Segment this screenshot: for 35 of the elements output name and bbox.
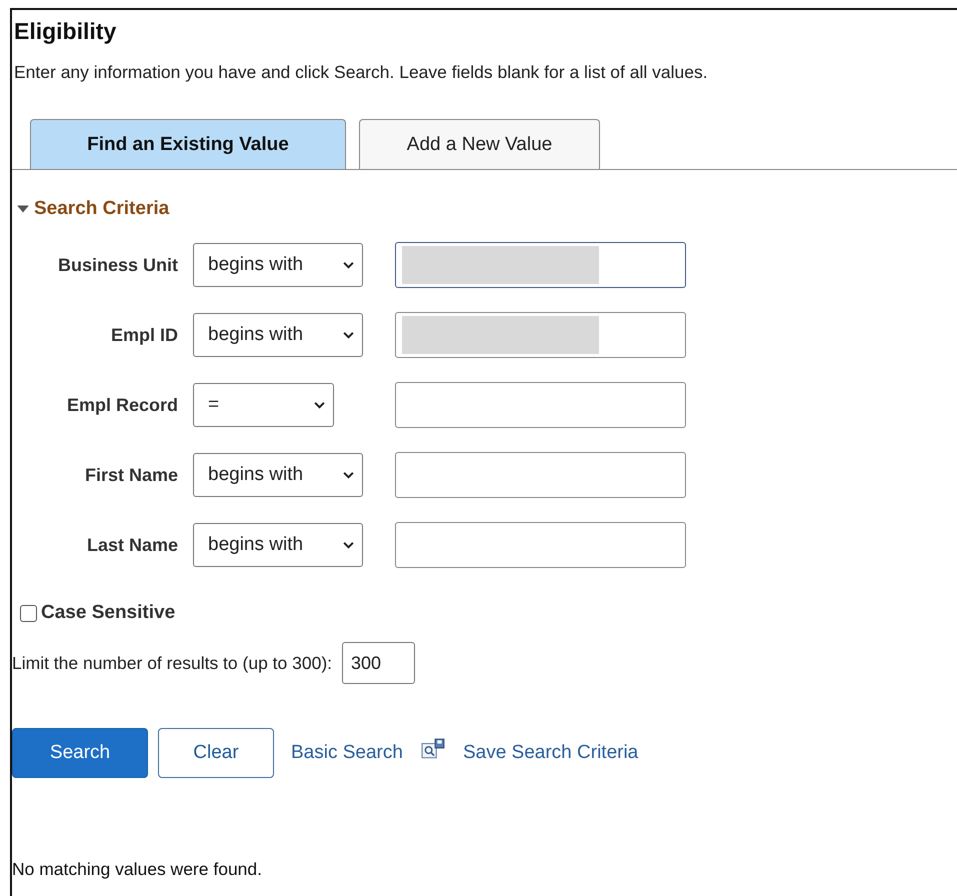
checkbox-label: Case Sensitive [41, 602, 176, 624]
save-search-icon[interactable] [420, 738, 445, 760]
operator-dropdown[interactable]: begins with [193, 453, 363, 497]
chevron-down-icon [314, 401, 325, 409]
checkbox[interactable] [20, 604, 37, 622]
chevron-down-icon [343, 331, 354, 339]
text-input-field[interactable] [395, 522, 686, 568]
field-label: Last Name [86, 534, 178, 556]
text-input-field[interactable] [395, 452, 686, 498]
limit-label: Limit the number of results to (up to 300): [12, 652, 332, 674]
operator-dropdown[interactable]: begins with [193, 523, 363, 567]
basic-search-link[interactable]: Basic Search [291, 742, 403, 764]
limit-input-field[interactable]: 300 [342, 642, 416, 684]
field-label: Empl ID [110, 324, 178, 346]
clear-button[interactable]: Clear [158, 728, 274, 778]
text-input-field[interactable] [395, 242, 686, 288]
field-label: Empl Record [66, 394, 178, 416]
result-message: No matching values were found. [12, 859, 263, 880]
text-input-field[interactable] [395, 382, 686, 428]
tab[interactable]: Add a New Value [359, 119, 600, 169]
page-title: Eligibility [13, 17, 118, 46]
chevron-down-icon [343, 471, 354, 479]
text-input-field[interactable] [395, 312, 686, 358]
instructions-text: Enter any information you have and click Search. Leave fields blank for a list of all values. [13, 61, 709, 84]
save-search-criteria-link[interactable]: Save Search Criteria [462, 742, 638, 764]
field-label: Business Unit [56, 254, 178, 276]
operator-dropdown[interactable]: = [193, 383, 334, 427]
section-title[interactable]: Search Criteria [34, 198, 170, 220]
operator-dropdown[interactable]: begins with [193, 243, 363, 287]
field-label: First Name [84, 464, 178, 486]
tab[interactable]: Find an Existing Value [30, 119, 346, 169]
chevron-down-icon [343, 261, 354, 269]
chevron-down-icon [343, 541, 354, 549]
search-button[interactable]: Search [12, 728, 148, 778]
operator-dropdown[interactable]: begins with [193, 313, 363, 357]
